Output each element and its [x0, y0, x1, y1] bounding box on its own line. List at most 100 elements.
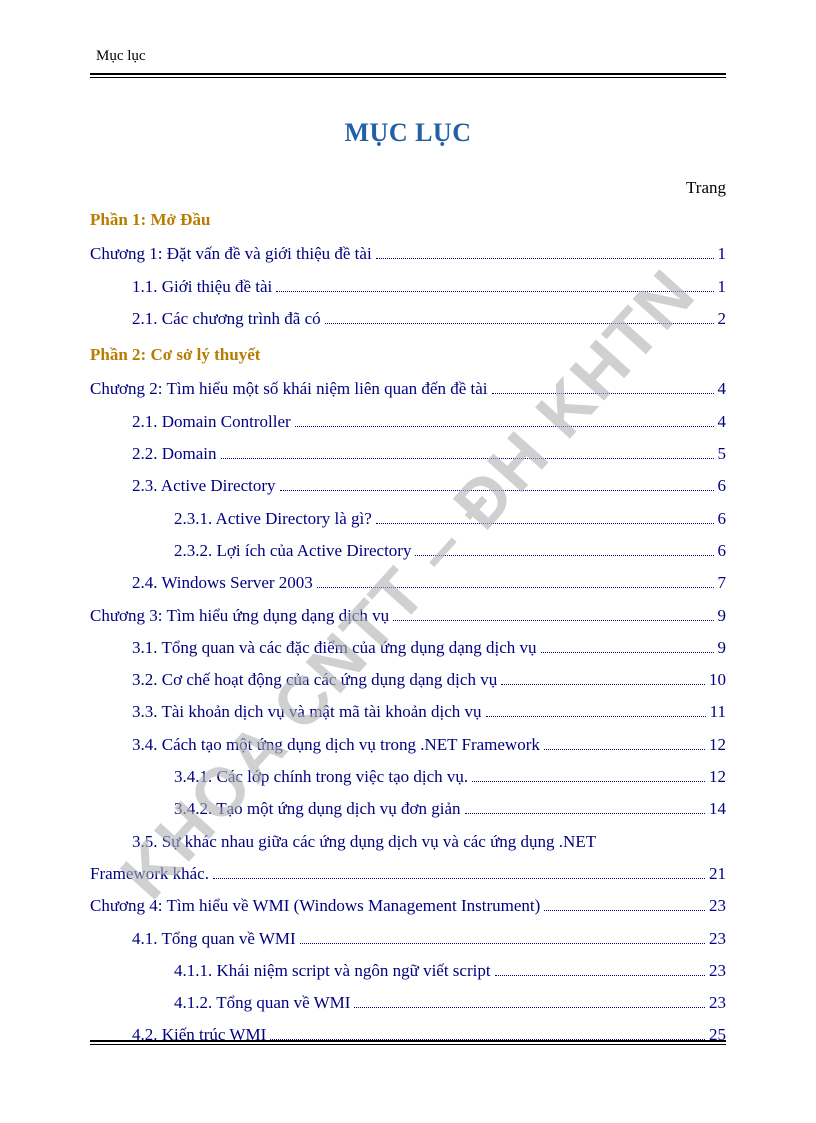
toc-entry-continuation: Framework khác. 21	[90, 858, 726, 890]
toc-entry-text: 4.1.2. Tổng quan về WMI	[174, 987, 350, 1019]
toc-entry-text: 2.2. Domain	[132, 438, 217, 470]
toc-entry-text: 2.3.1. Active Directory là gì?	[174, 503, 372, 535]
toc-entry-text: 3.2. Cơ chế hoạt động của các ứng dụng d…	[132, 664, 497, 696]
toc-dots	[221, 458, 714, 459]
toc-entry-text: Chương 4: Tìm hiểu về WMI (Windows Manag…	[90, 890, 540, 922]
toc-dots	[544, 749, 705, 750]
toc-page-number: 2	[718, 303, 727, 335]
toc-entry: 3.4.2. Tạo một ứng dụng dịch vụ đơn giản…	[90, 793, 726, 825]
toc-part-header: Phần 2: Cơ sở lý thuyết	[90, 339, 726, 371]
toc-entry-text: 3.4. Cách tạo một ứng dụng dịch vụ trong…	[132, 729, 540, 761]
toc-dots	[472, 781, 705, 782]
toc-entry-text: 2.1. Các chương trình đã có	[132, 303, 321, 335]
toc-page-number: 1	[718, 238, 727, 270]
toc-dots	[486, 716, 706, 717]
toc-entry-text: 3.1. Tổng quan và các đặc điểm của ứng d…	[132, 632, 537, 664]
toc-entry: 3.1. Tổng quan và các đặc điểm của ứng d…	[90, 632, 726, 664]
toc-page-number: 9	[718, 632, 727, 664]
toc-page-number: 10	[709, 664, 726, 696]
toc-page-number: 4	[718, 406, 727, 438]
toc-entry: Chương 1: Đặt vấn đề và giới thiệu đề tà…	[90, 238, 726, 270]
toc-entry: 3.2. Cơ chế hoạt động của các ứng dụng d…	[90, 664, 726, 696]
toc-entry: 2.1. Các chương trình đã có 2	[90, 303, 726, 335]
toc-entry-text: Chương 3: Tìm hiểu ứng dụng dạng dịch vụ	[90, 600, 389, 632]
header-rule-bottom	[90, 77, 726, 78]
toc-page-number: 1	[718, 271, 727, 303]
page: Mục lục MỤC LỤC Trang Phần 1: Mở ĐầuChươ…	[0, 0, 816, 1123]
toc-entry: Chương 3: Tìm hiểu ứng dụng dạng dịch vụ…	[90, 600, 726, 632]
toc-entry: 2.3.2. Lợi ích của Active Directory 6	[90, 535, 726, 567]
toc-dots	[376, 523, 714, 524]
toc-entry-text: Chương 2: Tìm hiểu một số khái niệm liên…	[90, 373, 488, 405]
toc-entry-text: 3.4.1. Các lớp chính trong việc tạo dịch…	[174, 761, 468, 793]
toc-entry-text: 3.4.2. Tạo một ứng dụng dịch vụ đơn giản	[174, 793, 461, 825]
toc-page-number: 23	[709, 987, 726, 1019]
toc-entry: 3.4. Cách tạo một ứng dụng dịch vụ trong…	[90, 729, 726, 761]
toc-page-number: 12	[709, 761, 726, 793]
toc-entry-text: Framework khác.	[90, 858, 209, 890]
toc-dots	[300, 943, 705, 944]
toc-entry-text: 4.1.1. Khái niệm script và ngôn ngữ viết…	[174, 955, 491, 987]
page-title: MỤC LỤC	[90, 118, 726, 148]
toc-dots	[501, 684, 705, 685]
toc-dots	[317, 587, 714, 588]
running-header: Mục lục	[96, 48, 726, 65]
toc-entry: 2.4. Windows Server 2003 7	[90, 567, 726, 599]
toc-entry-text: Chương 1: Đặt vấn đề và giới thiệu đề tà…	[90, 238, 372, 270]
toc-dots	[376, 258, 714, 259]
toc-entry: 2.3. Active Directory 6	[90, 470, 726, 502]
header-rule-top	[90, 73, 726, 75]
page-column-label: Trang	[90, 178, 726, 198]
toc-entry: Chương 4: Tìm hiểu về WMI (Windows Manag…	[90, 890, 726, 922]
toc-dots	[325, 323, 714, 324]
toc-dots	[276, 291, 713, 292]
toc-page-number: 6	[718, 470, 727, 502]
toc-entry-text: 2.4. Windows Server 2003	[132, 567, 313, 599]
toc-dots	[415, 555, 713, 556]
toc-entry: 3.3. Tài khoản dịch vụ và mật mã tài kho…	[90, 696, 726, 728]
toc-page-number: 6	[718, 503, 727, 535]
toc-entry: 3.5. Sự khác nhau giữa các ứng dụng dịch…	[90, 826, 726, 891]
toc-entry: 2.2. Domain 5	[90, 438, 726, 470]
toc-entry-text: 1.1. Giới thiệu đề tài	[132, 271, 272, 303]
toc-dots	[295, 426, 714, 427]
toc-entry-text: 2.3.2. Lợi ích của Active Directory	[174, 535, 411, 567]
toc-page-number: 11	[710, 696, 726, 728]
toc-page-number: 12	[709, 729, 726, 761]
toc-entry-text: 2.3. Active Directory	[132, 470, 276, 502]
toc-entry: 4.1.1. Khái niệm script và ngôn ngữ viết…	[90, 955, 726, 987]
toc-entry-text: 4.1. Tổng quan về WMI	[132, 923, 296, 955]
toc-entry: 3.4.1. Các lớp chính trong việc tạo dịch…	[90, 761, 726, 793]
toc-dots	[354, 1007, 705, 1008]
toc-page-number: 4	[718, 373, 727, 405]
toc-entries: Phần 1: Mở ĐầuChương 1: Đặt vấn đề và gi…	[90, 204, 726, 1052]
toc-dots	[280, 490, 714, 491]
toc-entry: 4.1.2. Tổng quan về WMI 23	[90, 987, 726, 1019]
toc-page-number: 6	[718, 535, 727, 567]
toc-page-number: 14	[709, 793, 726, 825]
toc-part-header: Phần 1: Mở Đầu	[90, 204, 726, 236]
toc-dots	[213, 878, 705, 879]
toc-entry-text: 3.5. Sự khác nhau giữa các ứng dụng dịch…	[132, 826, 726, 858]
toc-page-number: 23	[709, 923, 726, 955]
toc-entry: Chương 2: Tìm hiểu một số khái niệm liên…	[90, 373, 726, 405]
footer-rule	[90, 1040, 726, 1053]
toc-page-number: 23	[709, 955, 726, 987]
toc-dots	[495, 975, 705, 976]
toc-entry: 1.1. Giới thiệu đề tài 1	[90, 271, 726, 303]
toc-page-number: 21	[709, 858, 726, 890]
toc-entry: 4.1. Tổng quan về WMI 23	[90, 923, 726, 955]
toc-page-number: 7	[718, 567, 727, 599]
toc-page-number: 9	[718, 600, 727, 632]
toc-page-number: 23	[709, 890, 726, 922]
toc-entry: 2.1. Domain Controller 4	[90, 406, 726, 438]
toc-dots	[465, 813, 705, 814]
toc-dots	[544, 910, 705, 911]
toc-entry: 2.3.1. Active Directory là gì? 6	[90, 503, 726, 535]
toc-entry-text: 2.1. Domain Controller	[132, 406, 291, 438]
toc-page-number: 5	[718, 438, 727, 470]
toc-dots	[492, 393, 714, 394]
toc-entry-text: 3.3. Tài khoản dịch vụ và mật mã tài kho…	[132, 696, 482, 728]
toc-dots	[393, 620, 713, 621]
toc-dots	[541, 652, 714, 653]
